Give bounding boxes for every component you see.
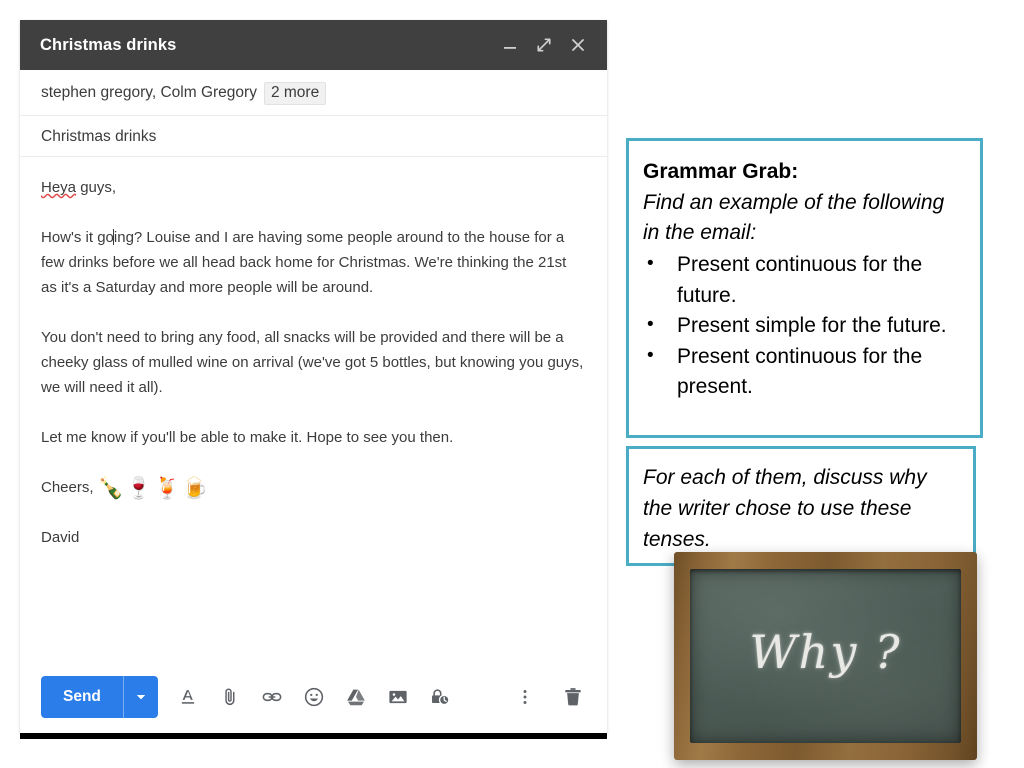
- formatting-options-icon[interactable]: [176, 685, 200, 709]
- insert-photo-icon[interactable]: [386, 685, 410, 709]
- chalkboard-image: Why ?: [674, 552, 977, 760]
- body-signature: David: [41, 529, 80, 546]
- subject-text: Christmas drinks: [41, 128, 157, 145]
- chalkboard-surface: Why ?: [690, 569, 961, 743]
- discuss-prompt-text: For each of them, discuss why the writer…: [643, 466, 927, 551]
- grammar-grab-instruction: Find an example of the following in the …: [643, 191, 945, 244]
- list-item: Present continuous for the present.: [643, 341, 966, 403]
- insert-emoji-icon[interactable]: [302, 685, 326, 709]
- grammar-grab-title: Grammar Grab:: [643, 160, 799, 183]
- recipients-field[interactable]: stephen gregory, Colm Gregory 2 more: [20, 70, 607, 116]
- send-button[interactable]: Send: [41, 676, 123, 718]
- compose-toolbar: Send: [20, 661, 607, 733]
- compose-window-title: Christmas drinks: [40, 35, 177, 54]
- greeting-rest: guys,: [76, 179, 117, 196]
- compose-window-header[interactable]: Christmas drinks: [20, 20, 607, 70]
- attach-file-icon[interactable]: [218, 685, 242, 709]
- close-icon[interactable]: [563, 30, 593, 60]
- minimize-icon[interactable]: [495, 30, 525, 60]
- confidential-mode-icon[interactable]: [428, 685, 452, 709]
- body-signoff: Cheers, 🍾🍷🍹🍺: [41, 475, 585, 500]
- subject-field[interactable]: Christmas drinks: [20, 116, 607, 157]
- body-paragraph-1: How's it going? Louise and I are having …: [41, 225, 585, 300]
- discuss-prompt-box: For each of them, discuss why the writer…: [626, 446, 976, 566]
- recipients-text: stephen gregory, Colm Gregory: [41, 84, 257, 101]
- chalkboard-text: Why ?: [749, 625, 902, 679]
- paragraph-1-after-caret: ing? Louise and I are having some people…: [41, 229, 567, 296]
- misspelled-word: Heya: [41, 179, 77, 196]
- body-greeting: Heya guys,: [41, 175, 585, 200]
- compose-window: Christmas drinks stephen gregory, Colm G…: [20, 20, 607, 733]
- grammar-grab-box: Grammar Grab: Find an example of the fol…: [626, 138, 983, 438]
- insert-drive-icon[interactable]: [344, 685, 368, 709]
- more-options-icon[interactable]: [513, 685, 537, 709]
- body-paragraph-2: You don't need to bring any food, all sn…: [41, 329, 584, 396]
- paragraph-1-before-caret: How's it go: [41, 229, 114, 246]
- body-paragraph-3: Let me know if you'll be able to make it…: [41, 429, 454, 446]
- compose-window-bottom-bar: [20, 733, 607, 739]
- list-item: Present simple for the future.: [643, 310, 966, 342]
- expand-icon[interactable]: [529, 30, 559, 60]
- list-item: Present continuous for the future.: [643, 249, 966, 311]
- grammar-grab-list: Present continuous for the future. Prese…: [643, 249, 966, 403]
- drink-emojis: 🍾🍷🍹🍺: [97, 477, 211, 500]
- insert-link-icon[interactable]: [260, 685, 284, 709]
- more-recipients-chip[interactable]: 2 more: [263, 82, 327, 105]
- send-options-caret-icon[interactable]: [122, 676, 158, 718]
- signoff-text: Cheers,: [41, 479, 98, 496]
- send-group: Send: [41, 676, 158, 718]
- discard-draft-icon[interactable]: [561, 685, 585, 709]
- email-body-editor[interactable]: Heya guys, How's it going? Louise and I …: [20, 157, 607, 661]
